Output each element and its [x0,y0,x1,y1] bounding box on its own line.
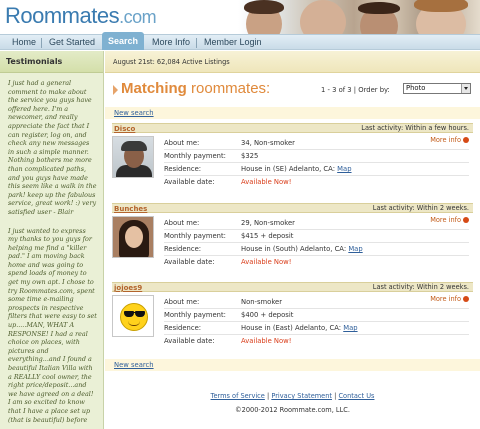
listing-card: Bunches Last activity: Within 2 weeks. M… [112,203,473,277]
available-label: Available date: [164,258,215,266]
available-value: Available Now! [241,258,292,266]
testimonial-text: I just wanted to express my thanks to yo… [8,226,97,424]
about-label: About me: [164,139,200,147]
header-banner-image [238,0,480,34]
arrow-circle-icon [463,296,469,302]
privacy-link[interactable]: Privacy Statement [271,392,332,400]
available-label: Available date: [164,337,215,345]
testimonial-text: I just had a general comment to make abo… [8,79,97,216]
nav-more-info[interactable]: More Info [146,35,196,50]
contact-link[interactable]: Contact Us [338,392,374,400]
profile-photo[interactable] [112,295,154,337]
arrow-circle-icon [463,217,469,223]
map-link[interactable]: Map [348,245,362,253]
profile-photo[interactable] [112,136,154,178]
sidebar-title: Testimonials [0,51,103,73]
residence-value: House in (SE) Adelanto, CA: Map [241,165,352,173]
residence-label: Residence: [164,165,202,173]
main-nav: Home Get Started Search More Info Member… [0,32,480,50]
residence-value: House in (South) Adelanto, CA: Map [241,245,363,253]
arrow-right-icon [113,85,118,95]
listing-card: Disco Last activity: Within a few hours.… [112,123,473,197]
order-by-value: Photo [406,84,426,92]
payment-value: $325 [241,152,259,160]
site-logo[interactable]: Roommates.com [5,3,157,29]
copyright: ©2000-2012 Roommate.com, LLC. [235,406,350,414]
last-activity: Last activity: Within 2 weeks. [372,283,469,291]
listing-name-link[interactable]: jojoes9 [114,284,142,292]
results-title: Matching roommates: [121,80,271,97]
nav-search[interactable]: Search [102,32,145,50]
about-value: Non-smoker [241,298,282,306]
last-activity: Last activity: Within a few hours. [361,124,469,132]
arrow-circle-icon [463,137,469,143]
listing-header: Bunches Last activity: Within 2 weeks. [112,203,473,213]
nav-member-login[interactable]: Member Login [198,35,268,50]
more-info-link[interactable]: More info [430,216,469,224]
more-info-link[interactable]: More info [430,136,469,144]
payment-label: Monthly payment: [164,152,226,160]
listing-name-link[interactable]: Disco [114,125,135,133]
available-value: Available Now! [241,178,292,186]
testimonials-sidebar: Testimonials I just had a general commen… [0,51,104,429]
footer-links: Terms of Service | Privacy Statement | C… [210,392,375,400]
nav-get-started[interactable]: Get Started [43,35,101,50]
site-header: Roommates.com [0,0,480,34]
available-label: Available date: [164,178,215,186]
terms-link[interactable]: Terms of Service [211,392,265,400]
chevron-down-icon[interactable] [461,84,470,93]
profile-photo[interactable] [112,216,154,258]
payment-value: $400 + deposit [241,311,294,319]
about-value: 29, Non-smoker [241,219,295,227]
new-search-link[interactable]: New search [105,359,480,371]
search-results: August 21st: 62,084 Active Listings Matc… [105,51,480,429]
payment-label: Monthly payment: [164,232,226,240]
about-value: 34, Non-smoker [241,139,295,147]
order-by-select[interactable]: Photo [403,83,471,94]
active-listings-bar: August 21st: 62,084 Active Listings [105,51,480,73]
results-header: Matching roommates: 1 - 3 of 3 | Order b… [105,75,480,101]
about-label: About me: [164,219,200,227]
listing-card: jojoes9 Last activity: Within 2 weeks. M… [112,282,473,356]
more-info-link[interactable]: More info [430,295,469,303]
residence-label: Residence: [164,324,202,332]
residence-label: Residence: [164,245,202,253]
listing-name-link[interactable]: Bunches [114,205,147,213]
payment-value: $415 + deposit [241,232,294,240]
last-activity: Last activity: Within 2 weeks. [372,204,469,212]
listing-header: Disco Last activity: Within a few hours. [112,123,473,133]
about-label: About me: [164,298,200,306]
nav-home[interactable]: Home [6,35,42,50]
payment-label: Monthly payment: [164,311,226,319]
new-search-link[interactable]: New search [105,107,480,119]
map-link[interactable]: Map [343,324,357,332]
available-value: Available Now! [241,337,292,345]
listing-header: jojoes9 Last activity: Within 2 weeks. [112,282,473,292]
map-link[interactable]: Map [337,165,351,173]
result-count: 1 - 3 of 3 | Order by: [321,86,390,94]
residence-value: House in (East) Adelanto, CA: Map [241,324,358,332]
